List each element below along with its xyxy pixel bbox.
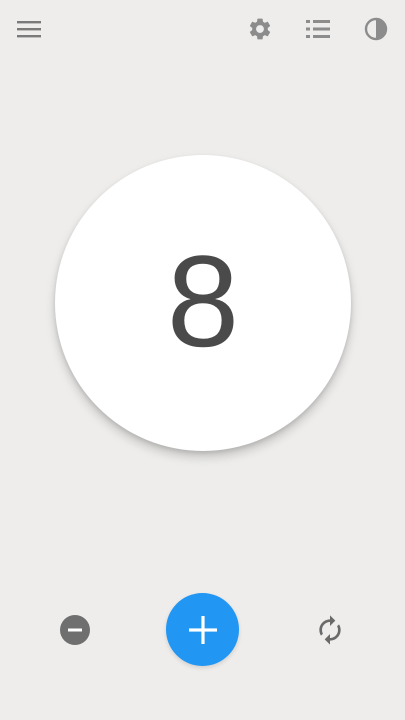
minus-icon (68, 628, 82, 632)
menu-button[interactable] (9, 9, 49, 49)
settings-icon (249, 18, 271, 40)
top-toolbar (0, 0, 405, 58)
list-button[interactable] (298, 9, 338, 49)
menu-icon (17, 21, 41, 38)
counter-app: 8 (0, 0, 405, 720)
reset-icon (319, 615, 341, 645)
decrement-button[interactable] (60, 615, 90, 645)
counter-display[interactable]: 8 (55, 155, 351, 451)
theme-toggle-button[interactable] (356, 9, 396, 49)
plus-icon (188, 615, 217, 644)
increment-button[interactable] (166, 593, 239, 666)
reset-button[interactable] (312, 612, 348, 648)
counter-value: 8 (166, 228, 240, 374)
theme-contrast-icon (364, 17, 388, 41)
settings-button[interactable] (240, 9, 280, 49)
counter-controls (0, 590, 405, 670)
list-icon (306, 20, 330, 38)
